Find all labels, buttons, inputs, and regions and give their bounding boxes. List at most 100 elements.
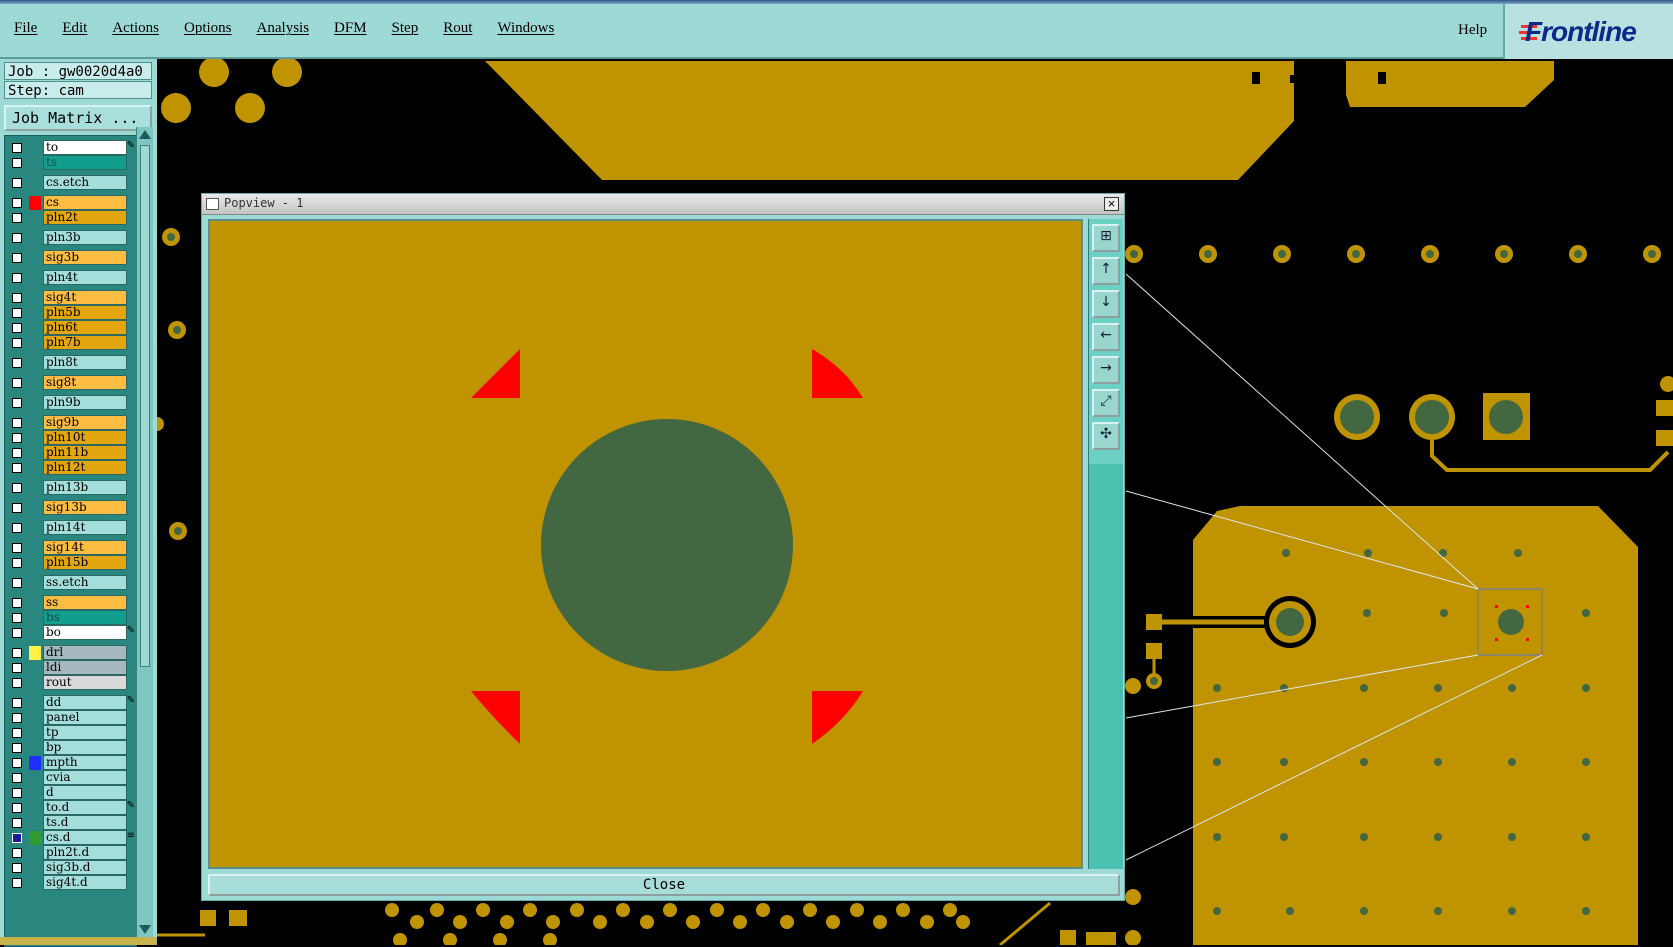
layer-name[interactable]: pln3b (43, 230, 127, 245)
layer-checkbox[interactable] (12, 743, 22, 753)
layer-row-pln2t[interactable]: pln2t (5, 210, 136, 226)
layer-name[interactable]: bo (43, 625, 127, 640)
layer-checkbox[interactable] (12, 448, 22, 458)
layer-row-pln6t[interactable]: pln6t (5, 320, 136, 336)
layer-row-sig9b[interactable]: sig9b (5, 415, 136, 431)
layer-color-swatch[interactable] (29, 831, 41, 845)
menu-analysis[interactable]: Analysis (257, 20, 310, 37)
zoom-window-icon[interactable]: ⊞ (1092, 224, 1120, 252)
layer-row-pln2t-d[interactable]: pln2t.d (5, 845, 136, 861)
layer-name[interactable]: sig4t.d (43, 875, 127, 890)
layer-checkbox[interactable] (12, 628, 22, 638)
layer-name[interactable]: sig14t (43, 540, 127, 555)
layer-row-sig4t[interactable]: sig4t (5, 290, 136, 306)
layer-checkbox[interactable] (12, 293, 22, 303)
layer-name[interactable]: pln11b (43, 445, 127, 460)
popview-title-bar[interactable]: Popview - 1 × (202, 194, 1124, 215)
pan-left-icon[interactable]: ← (1092, 323, 1120, 351)
layer-name[interactable]: ldi (43, 660, 127, 675)
layer-name[interactable]: cs (43, 195, 127, 210)
layer-checkbox[interactable] (12, 178, 22, 188)
zoom-fit-icon[interactable]: ⤢ (1092, 389, 1120, 417)
popview-close-button[interactable]: Close (208, 874, 1120, 896)
zoom-home-icon[interactable]: ✣ (1092, 422, 1120, 450)
layer-checkbox[interactable] (12, 503, 22, 513)
layer-checkbox[interactable] (12, 648, 22, 658)
layer-name[interactable]: pln4t (43, 270, 127, 285)
layer-name[interactable]: pln5b (43, 305, 127, 320)
layer-checkbox[interactable] (12, 788, 22, 798)
menu-edit[interactable]: Edit (62, 20, 87, 37)
layer-checkbox[interactable] (12, 233, 22, 243)
layer-row-ss-etch[interactable]: ss.etch (5, 575, 136, 591)
pan-right-icon[interactable]: → (1092, 356, 1120, 384)
layer-name[interactable]: pln2t.d (43, 845, 127, 860)
layer-row-bp[interactable]: bp (5, 740, 136, 756)
layer-row-cvia[interactable]: cvia (5, 770, 136, 786)
layer-checkbox[interactable] (12, 398, 22, 408)
layer-name[interactable]: sig4t (43, 290, 127, 305)
layer-row-rout[interactable]: rout (5, 675, 136, 691)
layer-row-pln13b[interactable]: pln13b (5, 480, 136, 496)
layer-checkbox[interactable] (12, 378, 22, 388)
layer-name[interactable]: pln9b (43, 395, 127, 410)
layer-row-pln8t[interactable]: pln8t (5, 355, 136, 371)
menu-file[interactable]: File (14, 20, 37, 37)
layer-row-tp[interactable]: tp (5, 725, 136, 741)
layer-row-cs[interactable]: cs (5, 195, 136, 211)
layer-name[interactable]: pln14t (43, 520, 127, 535)
layer-row-d[interactable]: d (5, 785, 136, 801)
layer-checkbox[interactable] (12, 433, 22, 443)
layer-name[interactable]: ss.etch (43, 575, 127, 590)
layer-checkbox[interactable] (12, 613, 22, 623)
menu-help[interactable]: Help (1458, 22, 1487, 39)
layer-checkbox[interactable] (12, 483, 22, 493)
layer-row-panel[interactable]: panel (5, 710, 136, 726)
layer-row-bs[interactable]: bs (5, 610, 136, 626)
layer-row-sig3b-d[interactable]: sig3b.d (5, 860, 136, 876)
menu-step[interactable]: Step (392, 20, 419, 37)
layer-name[interactable]: drl (43, 645, 127, 660)
layer-checkbox[interactable] (12, 143, 22, 153)
scroll-down-icon[interactable] (139, 925, 151, 934)
layer-name[interactable]: pln13b (43, 480, 127, 495)
layer-checkbox[interactable] (12, 818, 22, 828)
layer-row-pln12t[interactable]: pln12t (5, 460, 136, 476)
layer-name[interactable]: dd (43, 695, 127, 710)
layer-name[interactable]: sig13b (43, 500, 127, 515)
layer-checkbox[interactable] (12, 418, 22, 428)
layer-checkbox[interactable] (12, 698, 22, 708)
layer-name[interactable]: pln2t (43, 210, 127, 225)
menu-dfm[interactable]: DFM (334, 20, 367, 37)
layer-row-to-d[interactable]: to.d ✎ (5, 800, 136, 816)
layer-checkbox[interactable] (12, 338, 22, 348)
layer-checkbox[interactable] (12, 158, 22, 168)
layer-name[interactable]: ss (43, 595, 127, 610)
layer-row-to[interactable]: to ✎ (5, 140, 136, 156)
layer-checkbox[interactable] (12, 758, 22, 768)
window-menu-icon[interactable] (206, 198, 219, 210)
layer-row-sig8t[interactable]: sig8t (5, 375, 136, 391)
layer-checkbox[interactable] (12, 863, 22, 873)
layer-name[interactable]: rout (43, 675, 127, 690)
layer-name[interactable]: pln6t (43, 320, 127, 335)
layer-name[interactable]: cs.etch (43, 175, 127, 190)
layer-color-swatch[interactable] (29, 196, 41, 210)
layer-row-mpth[interactable]: mpth (5, 755, 136, 771)
layer-name[interactable]: pln15b (43, 555, 127, 570)
layer-row-pln14t[interactable]: pln14t (5, 520, 136, 536)
layer-color-swatch[interactable] (29, 646, 41, 660)
layer-row-cs-d[interactable]: cs.d ≡ (5, 830, 136, 846)
layer-name[interactable]: pln10t (43, 430, 127, 445)
layer-row-ts-d[interactable]: ts.d (5, 815, 136, 831)
layer-row-ts[interactable]: ts (5, 155, 136, 171)
layer-name[interactable]: cs.d (43, 830, 127, 845)
job-matrix-button[interactable]: Job Matrix ... (4, 105, 152, 131)
layer-checkbox[interactable] (12, 463, 22, 473)
layer-checkbox[interactable] (12, 523, 22, 533)
layer-checkbox[interactable] (12, 253, 22, 263)
layer-color-swatch[interactable] (29, 756, 41, 770)
close-icon[interactable]: × (1104, 197, 1119, 211)
layer-row-cs-etch[interactable]: cs.etch (5, 175, 136, 191)
layer-checkbox[interactable] (12, 598, 22, 608)
